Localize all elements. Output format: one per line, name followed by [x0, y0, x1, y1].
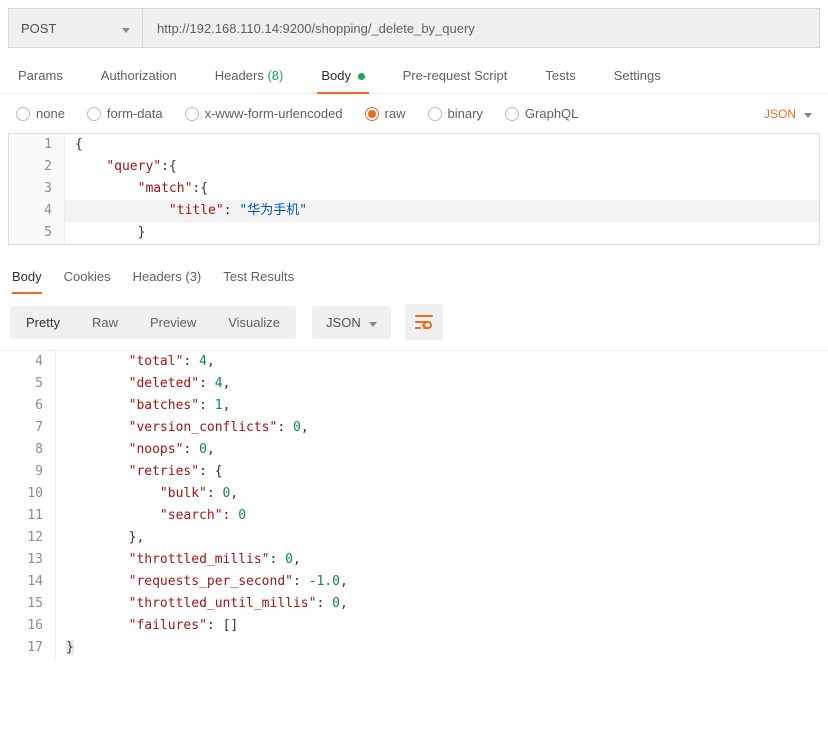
code-text: "title" — [169, 203, 224, 218]
line-number: 5 — [0, 373, 56, 395]
response-toolbar: Pretty Raw Preview Visualize JSON — [0, 294, 828, 350]
code-line: "noops": 0, — [56, 439, 828, 461]
chevron-down-icon — [122, 21, 130, 36]
chevron-down-icon — [369, 315, 377, 330]
line-number: 12 — [0, 527, 56, 549]
response-tab-test-results[interactable]: Test Results — [223, 265, 294, 294]
code-text: } — [138, 225, 146, 240]
line-number: 17 — [0, 637, 56, 659]
tab-body-label: Body — [321, 68, 351, 83]
radio-label: none — [36, 106, 65, 121]
radio-label: GraphQL — [525, 106, 578, 121]
line-number: 1 — [9, 134, 65, 156]
request-body-editor[interactable]: 1{ 2 "query":{ 3 "match":{ 4 "title": "华… — [8, 133, 820, 245]
line-number: 13 — [0, 549, 56, 571]
radio-label: form-data — [107, 106, 163, 121]
view-preview-button[interactable]: Preview — [134, 306, 212, 339]
radio-icon — [505, 107, 519, 121]
response-format-select[interactable]: JSON — [312, 306, 391, 339]
url-input[interactable] — [143, 8, 820, 48]
radio-icon — [87, 107, 101, 121]
code-text: "query" — [106, 159, 161, 174]
code-text: "华为手机" — [239, 203, 307, 218]
code-line: "requests_per_second": -1.0, — [56, 571, 828, 593]
tab-authorization[interactable]: Authorization — [97, 56, 181, 93]
line-number: 10 — [0, 483, 56, 505]
line-number: 16 — [0, 615, 56, 637]
line-number: 8 — [0, 439, 56, 461]
tab-params[interactable]: Params — [14, 56, 67, 93]
wrap-lines-button[interactable] — [405, 304, 443, 340]
view-raw-button[interactable]: Raw — [76, 306, 134, 339]
view-mode-group: Pretty Raw Preview Visualize — [10, 306, 296, 339]
body-type-row: none form-data x-www-form-urlencoded raw… — [0, 94, 828, 133]
code-line: "retries": { — [56, 461, 828, 483]
response-tab-headers[interactable]: Headers (3) — [133, 265, 202, 294]
response-tab-body[interactable]: Body — [12, 265, 42, 294]
code-line: "search": 0 — [56, 505, 828, 527]
code-line: "version_conflicts": 0, — [56, 417, 828, 439]
radio-urlencoded[interactable]: x-www-form-urlencoded — [185, 106, 343, 121]
view-visualize-button[interactable]: Visualize — [212, 306, 296, 339]
radio-label: binary — [448, 106, 483, 121]
method-select[interactable]: POST — [8, 8, 143, 48]
line-number: 5 — [9, 222, 65, 244]
tab-prerequest[interactable]: Pre-request Script — [399, 56, 512, 93]
line-number: 3 — [9, 178, 65, 200]
code-line: }, — [56, 527, 828, 549]
code-text: { — [75, 137, 83, 152]
code-line: "throttled_millis": 0, — [56, 549, 828, 571]
line-number: 4 — [9, 200, 65, 222]
code-line: "failures": [] — [56, 615, 828, 637]
response-body-viewer[interactable]: 4 "total": 4,5 "deleted": 4,6 "batches":… — [0, 350, 828, 659]
response-tab-cookies[interactable]: Cookies — [64, 265, 111, 294]
line-number: 6 — [0, 395, 56, 417]
view-pretty-button[interactable]: Pretty — [10, 306, 76, 339]
tab-tests[interactable]: Tests — [541, 56, 579, 93]
tab-headers-count: (8) — [267, 68, 283, 83]
method-value: POST — [21, 21, 56, 36]
response-tab-row: Body Cookies Headers (3) Test Results — [0, 253, 828, 294]
radio-binary[interactable]: binary — [428, 106, 483, 121]
radio-form-data[interactable]: form-data — [87, 106, 163, 121]
raw-format-value: JSON — [764, 107, 796, 121]
request-bar: POST — [0, 0, 828, 56]
radio-label: x-www-form-urlencoded — [205, 106, 343, 121]
code-line: "throttled_until_millis": 0, — [56, 593, 828, 615]
line-number: 11 — [0, 505, 56, 527]
line-number: 4 — [0, 351, 56, 373]
line-number: 14 — [0, 571, 56, 593]
code-line: "deleted": 4, — [56, 373, 828, 395]
response-tab-headers-count: (3) — [185, 269, 201, 284]
code-line: "batches": 1, — [56, 395, 828, 417]
response-format-value: JSON — [326, 315, 361, 330]
radio-none[interactable]: none — [16, 106, 65, 121]
radio-label: raw — [385, 106, 406, 121]
code-text: "match" — [138, 181, 193, 196]
chevron-down-icon — [804, 107, 812, 121]
radio-raw[interactable]: raw — [365, 106, 406, 121]
code-line: "bulk": 0, — [56, 483, 828, 505]
radio-graphql[interactable]: GraphQL — [505, 106, 578, 121]
tab-headers-label: Headers — [215, 68, 264, 83]
line-number: 2 — [9, 156, 65, 178]
radio-icon — [185, 107, 199, 121]
code-line: } — [56, 637, 828, 659]
line-number: 9 — [0, 461, 56, 483]
request-tab-row: Params Authorization Headers (8) Body Pr… — [0, 56, 828, 94]
wrap-icon — [415, 314, 433, 330]
tab-settings[interactable]: Settings — [610, 56, 665, 93]
radio-icon — [16, 107, 30, 121]
response-tab-headers-label: Headers — [133, 269, 182, 284]
modified-dot-icon — [358, 73, 365, 80]
radio-icon — [428, 107, 442, 121]
code-line: "total": 4, — [56, 351, 828, 373]
radio-icon — [365, 107, 379, 121]
raw-format-select[interactable]: JSON — [764, 107, 812, 121]
line-number: 15 — [0, 593, 56, 615]
tab-body[interactable]: Body — [317, 56, 368, 93]
line-number: 7 — [0, 417, 56, 439]
tab-headers[interactable]: Headers (8) — [211, 56, 288, 93]
